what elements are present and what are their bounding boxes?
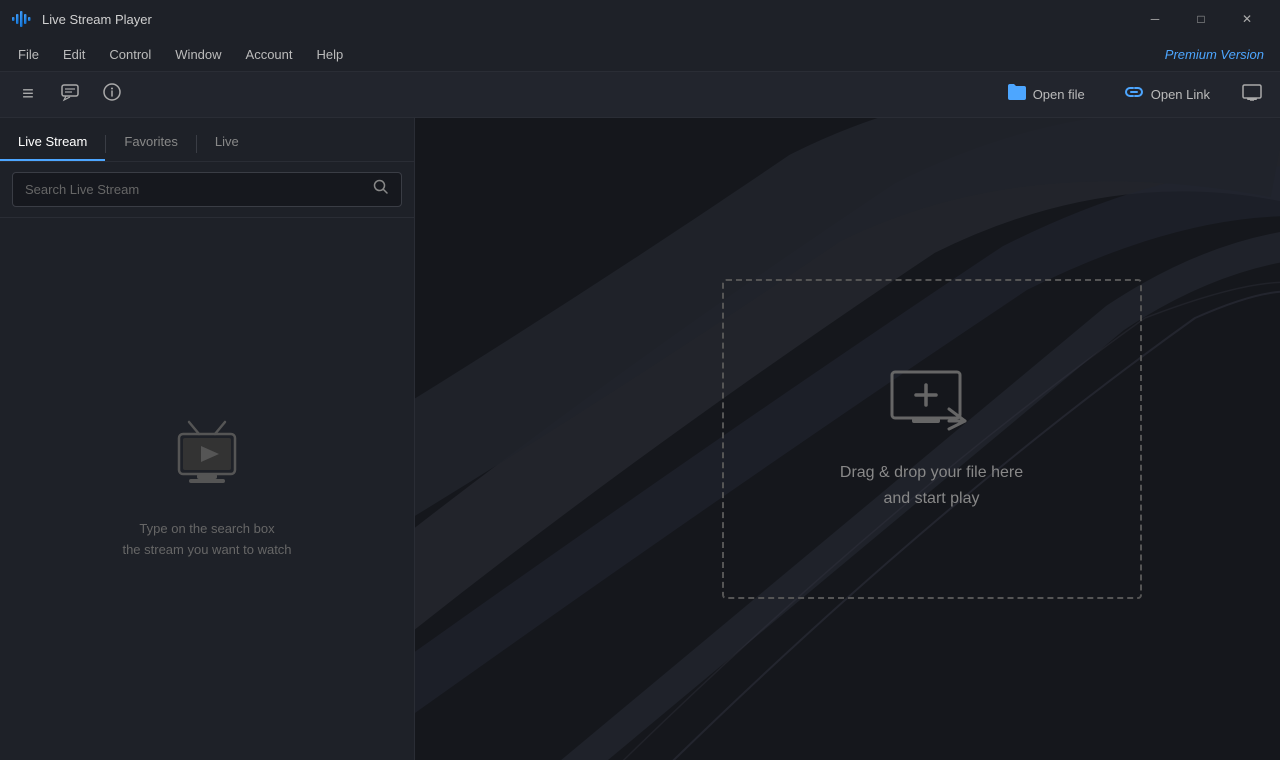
- hamburger-menu-button[interactable]: ≡: [10, 77, 46, 113]
- open-file-button[interactable]: Open file: [991, 75, 1099, 114]
- close-button[interactable]: ✕: [1224, 0, 1270, 38]
- maximize-button[interactable]: □: [1178, 0, 1224, 38]
- right-panel: Drag & drop your file here and start pla…: [415, 118, 1280, 760]
- menu-bar: File Edit Control Window Account Help Pr…: [0, 38, 1280, 72]
- tab-favorites[interactable]: Favorites: [106, 124, 195, 161]
- cast-button[interactable]: [1234, 77, 1270, 113]
- hamburger-icon: ≡: [22, 83, 34, 106]
- info-icon: [102, 82, 122, 107]
- menu-window[interactable]: Window: [163, 43, 233, 66]
- tv-icon: [167, 418, 247, 503]
- search-icon: [373, 182, 389, 199]
- chat-button[interactable]: [52, 77, 88, 113]
- search-button[interactable]: [369, 177, 393, 202]
- drop-zone-text: Drag & drop your file here and start pla…: [840, 460, 1023, 511]
- main-content: Live Stream Favorites Live: [0, 118, 1280, 760]
- toolbar: ≡ Open file: [0, 72, 1280, 118]
- toolbar-right-actions: Open file Open Link: [991, 75, 1270, 114]
- menu-file[interactable]: File: [6, 43, 51, 66]
- menu-control[interactable]: Control: [97, 43, 163, 66]
- minimize-button[interactable]: ─: [1132, 0, 1178, 38]
- tab-live[interactable]: Live: [197, 124, 257, 161]
- app-title: Live Stream Player: [42, 12, 1132, 27]
- open-file-icon: [1005, 81, 1027, 108]
- drop-icon: [887, 367, 977, 442]
- empty-hint-text: Type on the search box the stream you wa…: [122, 519, 291, 561]
- tab-bar: Live Stream Favorites Live: [0, 118, 414, 162]
- chat-icon: [60, 82, 80, 107]
- search-box-container: [0, 162, 414, 218]
- search-field-container: [12, 172, 402, 207]
- search-input[interactable]: [21, 180, 369, 199]
- menu-edit[interactable]: Edit: [51, 43, 97, 66]
- premium-version-label[interactable]: Premium Version: [1165, 47, 1274, 62]
- cast-icon: [1241, 81, 1263, 108]
- left-panel-content: Type on the search box the stream you wa…: [0, 218, 414, 760]
- menu-account[interactable]: Account: [234, 43, 305, 66]
- open-link-label: Open Link: [1151, 87, 1210, 102]
- open-link-button[interactable]: Open Link: [1109, 75, 1224, 114]
- info-button[interactable]: [94, 77, 130, 113]
- menu-help[interactable]: Help: [305, 43, 356, 66]
- left-panel: Live Stream Favorites Live: [0, 118, 415, 760]
- open-link-icon: [1123, 81, 1145, 108]
- open-file-label: Open file: [1033, 87, 1085, 102]
- title-bar: Live Stream Player ─ □ ✕: [0, 0, 1280, 38]
- app-logo: [10, 7, 34, 31]
- window-controls: ─ □ ✕: [1132, 0, 1270, 38]
- drop-zone[interactable]: Drag & drop your file here and start pla…: [722, 279, 1142, 599]
- tab-live-stream[interactable]: Live Stream: [0, 124, 105, 161]
